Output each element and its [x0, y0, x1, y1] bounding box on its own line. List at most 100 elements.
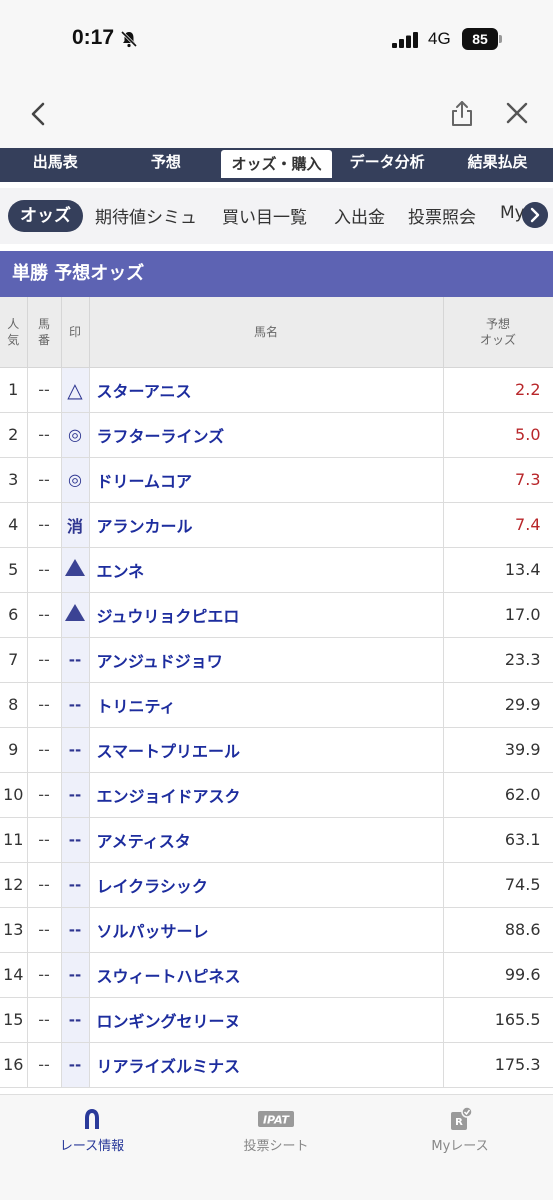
- prediction-mark: ◎: [68, 470, 82, 489]
- table-row[interactable]: 8 -- -- トリニティ 29.9: [0, 682, 553, 728]
- table-row[interactable]: 11 -- -- アメティスタ 63.1: [0, 817, 553, 863]
- subtab-deposit-withdraw[interactable]: 入出金: [334, 203, 385, 228]
- subtab-bet-list[interactable]: 買い目一覧: [222, 203, 307, 228]
- cell-mark[interactable]: ◎: [61, 457, 90, 503]
- cell-mark[interactable]: --: [61, 907, 90, 953]
- cell-mark[interactable]: ◎: [61, 412, 90, 458]
- table-row[interactable]: 4 -- 消アランカール 7.4: [0, 502, 553, 548]
- table-row[interactable]: 16 -- -- リアライズルミナス 175.3: [0, 1042, 553, 1088]
- cell-horse-name[interactable]: レイクラシック: [89, 862, 444, 908]
- cell-odds: 63.1: [443, 817, 553, 863]
- table-row[interactable]: 14 -- -- スウィートハピネス 99.6: [0, 952, 553, 998]
- cell-horse-number: --: [27, 547, 62, 593]
- cell-horse-name[interactable]: ジュウリョクピエロ: [89, 592, 444, 638]
- cell-mark[interactable]: --: [61, 817, 90, 863]
- tab-prediction[interactable]: 予想: [111, 148, 222, 178]
- header-odds[interactable]: 予想 オッズ: [443, 297, 553, 368]
- bottom-nav-my-race[interactable]: R Myレース: [390, 1107, 530, 1154]
- cell-odds: 175.3: [443, 1042, 553, 1088]
- cell-odds: 7.4: [443, 502, 553, 548]
- share-icon[interactable]: [448, 98, 476, 128]
- header-horse-number[interactable]: 馬 番: [27, 297, 62, 368]
- cell-mark[interactable]: △: [61, 367, 90, 413]
- tab-odds-purchase[interactable]: オッズ・購入: [221, 150, 332, 178]
- odds-table: 人 気 馬 番 印 馬名 予想 オッズ 1 -- △ スターアニス 2.2 2 -- ◎ ラフタ…: [0, 297, 553, 1088]
- cell-horse-name[interactable]: エンジョイドアスク: [89, 772, 444, 818]
- tab-results[interactable]: 結果払戻: [442, 148, 553, 178]
- table-row[interactable]: 5 -- エンネ 13.4: [0, 547, 553, 593]
- cell-odds: 29.9: [443, 682, 553, 728]
- cell-horse-name[interactable]: ソルパッサーレ: [89, 907, 444, 953]
- cell-popularity: 6: [0, 592, 28, 638]
- table-row[interactable]: 10 -- -- エンジョイドアスク 62.0: [0, 772, 553, 818]
- cell-mark[interactable]: --: [61, 727, 90, 773]
- tab-data-analysis[interactable]: データ分析: [332, 148, 443, 178]
- cell-mark[interactable]: --: [61, 772, 90, 818]
- cell-mark[interactable]: --: [61, 997, 90, 1043]
- cell-horse-name[interactable]: アンジュドジョワ: [89, 637, 444, 683]
- cell-popularity: 12: [0, 862, 28, 908]
- cell-horse-name[interactable]: トリニティ: [89, 682, 444, 728]
- subtab-vote-inquiry[interactable]: 投票照会: [408, 203, 476, 228]
- cell-odds: 13.4: [443, 547, 553, 593]
- cell-mark[interactable]: [61, 592, 90, 638]
- cell-popularity: 15: [0, 997, 28, 1043]
- cell-odds: 39.9: [443, 727, 553, 773]
- table-row[interactable]: 13 -- -- ソルパッサーレ 88.6: [0, 907, 553, 953]
- cell-mark[interactable]: --: [61, 1042, 90, 1088]
- svg-text:IPAT: IPAT: [263, 1114, 291, 1127]
- cell-mark[interactable]: --: [61, 682, 90, 728]
- cell-horse-name[interactable]: リアライズルミナス: [89, 1042, 444, 1088]
- table-row[interactable]: 15 -- -- ロンギングセリーヌ 165.5: [0, 997, 553, 1043]
- sub-tabs: オッズ 期待値シミュ 買い目一覧 入出金 投票照会 My: [0, 188, 553, 244]
- subtab-my[interactable]: My: [500, 203, 525, 223]
- cell-horse-number: --: [27, 502, 62, 548]
- section-title: 単勝 予想オッズ: [0, 251, 553, 297]
- cell-horse-number: --: [27, 1042, 62, 1088]
- cell-odds: 5.0: [443, 412, 553, 458]
- cell-mark[interactable]: --: [61, 862, 90, 908]
- cell-horse-name[interactable]: スマートプリエール: [89, 727, 444, 773]
- prediction-mark: --: [68, 1056, 82, 1074]
- cell-horse-name[interactable]: スターアニス: [89, 367, 444, 413]
- table-row[interactable]: 1 -- △ スターアニス 2.2: [0, 367, 553, 413]
- cell-odds: 17.0: [443, 592, 553, 638]
- table-row[interactable]: 2 -- ◎ ラフターラインズ 5.0: [0, 412, 553, 458]
- cell-horse-number: --: [27, 907, 62, 953]
- cell-horse-number: --: [27, 997, 62, 1043]
- back-chevron-icon[interactable]: [26, 100, 50, 128]
- table-row[interactable]: 3 -- ◎ ドリームコア 7.3: [0, 457, 553, 503]
- tab-entries[interactable]: 出馬表: [0, 148, 111, 178]
- table-row[interactable]: 7 -- -- アンジュドジョワ 23.3: [0, 637, 553, 683]
- table-row[interactable]: 6 -- ジュウリョクピエロ 17.0: [0, 592, 553, 638]
- cell-popularity: 16: [0, 1042, 28, 1088]
- scroll-right-chevron-icon[interactable]: [522, 202, 548, 228]
- cell-horse-name[interactable]: エンネ: [89, 547, 444, 593]
- cell-mark[interactable]: [61, 547, 90, 593]
- cell-horse-name[interactable]: ドリームコア: [89, 457, 444, 503]
- cell-popularity: 9: [0, 727, 28, 773]
- cell-horse-name[interactable]: ラフターラインズ: [89, 412, 444, 458]
- cell-horse-name[interactable]: スウィートハピネス: [89, 952, 444, 998]
- status-bar: 0:17 4G 85: [0, 0, 553, 80]
- main-tabs: 出馬表 予想 オッズ・購入 データ分析 結果払戻: [0, 148, 553, 182]
- cell-horse-name[interactable]: ロンギングセリーヌ: [89, 997, 444, 1043]
- nav-bar: [0, 80, 553, 148]
- cell-horse-name[interactable]: アメティスタ: [89, 817, 444, 863]
- prediction-mark: --: [68, 831, 82, 849]
- cell-horse-number: --: [27, 817, 62, 863]
- close-icon[interactable]: [504, 100, 530, 126]
- cell-mark[interactable]: 消: [61, 502, 90, 548]
- cell-mark[interactable]: --: [61, 637, 90, 683]
- bottom-nav-vote-sheet[interactable]: IPAT 投票シート: [206, 1107, 346, 1154]
- cell-mark[interactable]: --: [61, 952, 90, 998]
- bottom-nav-race-info[interactable]: レース情報: [22, 1107, 162, 1154]
- subtab-odds[interactable]: オッズ: [8, 200, 83, 232]
- cell-horse-name[interactable]: アランカール: [89, 502, 444, 548]
- table-row[interactable]: 12 -- -- レイクラシック 74.5: [0, 862, 553, 908]
- subtab-expected-value-sim[interactable]: 期待値シミュ: [95, 203, 197, 228]
- header-popularity[interactable]: 人 気: [0, 297, 28, 368]
- prediction-mark: --: [68, 1011, 82, 1029]
- cell-odds: 99.6: [443, 952, 553, 998]
- table-row[interactable]: 9 -- -- スマートプリエール 39.9: [0, 727, 553, 773]
